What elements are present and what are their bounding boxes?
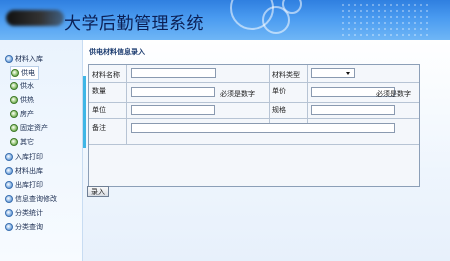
sidebar-item-power[interactable]: 供电 [10,66,39,80]
main-content: 供电材料信息录入 材料名称 材料类型 数量 必须是数字 单价 必须是数字 单位 … [83,40,450,261]
bullet-icon [10,110,18,118]
sidebar-item-label: 其它 [20,138,34,146]
unit-label: 单位 [92,106,106,114]
banner-decoration [282,0,302,14]
material-type-select[interactable] [311,68,355,78]
chevron-down-icon [346,72,350,75]
bullet-icon [5,209,13,217]
bullet-icon [10,96,18,104]
bullet-icon [10,138,18,146]
material-type-label: 材料类型 [272,71,300,79]
sidebar-item-label: 分类统计 [15,209,43,217]
form-row: 数量 必须是数字 单价 必须是数字 [89,82,419,103]
sidebar-item-water[interactable]: 供水 [10,80,34,92]
sidebar-item-label: 分类查询 [15,223,43,231]
sidebar-item-label: 材料出库 [15,167,43,175]
header-banner: 大学后勤管理系统 [0,0,450,40]
unit-input[interactable] [131,105,215,115]
sidebar-item-label: 供热 [20,96,34,104]
form-row: 材料名称 材料类型 [89,65,419,83]
submit-button[interactable]: 录入 [87,186,109,197]
sidebar-item-label: 信息查询修改 [15,195,57,203]
sidebar-item-label: 供电 [21,69,35,77]
form-row: 单位 规格 [89,102,419,119]
sidebar-item-label: 供水 [20,82,34,90]
bullet-icon [5,195,13,203]
material-name-label: 材料名称 [92,71,120,79]
system-title: 大学后勤管理系统 [64,14,204,34]
sidebar-item-other[interactable]: 其它 [10,136,34,148]
sidebar-item-label: 材料入库 [15,55,43,63]
accent-bar [83,76,86,148]
form-title: 供电材料信息录入 [89,48,145,56]
remark-label: 备注 [92,124,106,132]
bullet-icon [11,69,19,77]
sidebar-item-heating[interactable]: 供热 [10,94,34,106]
sidebar-item-fixed-assets[interactable]: 固定资产 [10,122,48,134]
redacted-logo [6,10,64,26]
form-row: 备注 [89,118,419,145]
bullet-icon [5,55,13,63]
bullet-icon [5,223,13,231]
bullet-icon [5,153,13,161]
sidebar: 材料入库 供电 供水 供热 房产 固定资产 其它 入库打印 材料出库 出库打印 … [0,40,83,261]
spec-input[interactable] [311,105,395,115]
bullet-icon [5,167,13,175]
bullet-icon [10,124,18,132]
bullet-icon [10,82,18,90]
sidebar-item-label: 入库打印 [15,153,43,161]
quantity-input[interactable] [131,87,215,97]
sidebar-item-query-edit[interactable]: 信息查询修改 [5,193,57,205]
remark-input[interactable] [131,123,395,133]
banner-dot-pattern [340,2,430,38]
sidebar-item-category-query[interactable]: 分类查询 [5,221,43,233]
quantity-hint: 必须是数字 [220,90,255,98]
sidebar-item-out-print[interactable]: 出库打印 [5,179,43,191]
unit-price-hint: 必须是数字 [376,90,411,98]
bullet-icon [5,181,13,189]
sidebar-item-property[interactable]: 房产 [10,108,34,120]
sidebar-item-material-in[interactable]: 材料入库 [5,53,43,65]
material-name-input[interactable] [131,68,216,78]
sidebar-item-material-out[interactable]: 材料出库 [5,165,43,177]
sidebar-item-label: 房产 [20,110,34,118]
quantity-label: 数量 [92,87,106,95]
sidebar-item-label: 固定资产 [20,124,48,132]
sidebar-item-in-print[interactable]: 入库打印 [5,151,43,163]
spec-label: 规格 [272,106,286,114]
unit-price-label: 单价 [272,87,286,95]
material-entry-form: 材料名称 材料类型 数量 必须是数字 单价 必须是数字 单位 规格 备注 [88,64,420,187]
sidebar-item-category-stats[interactable]: 分类统计 [5,207,43,219]
sidebar-item-label: 出库打印 [15,181,43,189]
